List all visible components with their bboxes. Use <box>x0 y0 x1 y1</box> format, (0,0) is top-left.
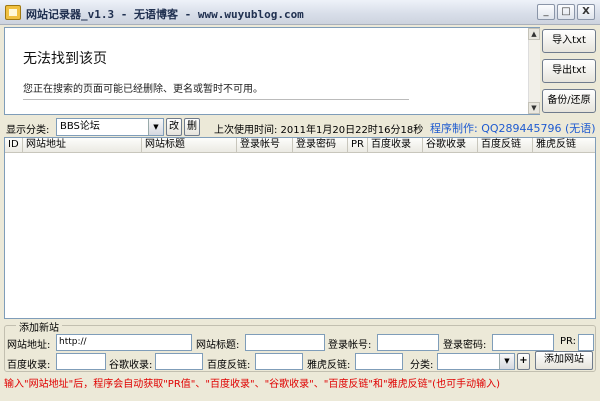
close-button[interactable]: X <box>577 4 595 20</box>
category-filter-label: 显示分类: <box>6 125 50 136</box>
column-header[interactable]: 百度收录 <box>368 138 423 153</box>
divider <box>23 99 409 100</box>
site-title-input[interactable] <box>245 334 325 351</box>
column-header[interactable]: 雅虎反链 <box>533 138 595 153</box>
edit-category-button[interactable]: 改 <box>166 118 182 136</box>
yahoo-backlink-input[interactable] <box>355 353 403 370</box>
column-header[interactable]: 登录帐号 <box>237 138 293 153</box>
column-header[interactable]: PR <box>348 138 368 153</box>
error-message: 您正在搜索的页面可能已经删除、更名或暂时不可用。 <box>23 84 263 95</box>
vertical-scrollbar[interactable]: ▲ ▼ <box>528 28 540 114</box>
table-header: ID 网站地址 网站标题 登录帐号 登录密码 PR 百度收录 谷歌收录 百度反链… <box>5 138 595 153</box>
column-header[interactable]: 谷歌收录 <box>423 138 478 153</box>
baidu-backlink-label: 百度反链: <box>207 360 251 371</box>
site-table[interactable]: ID 网站地址 网站标题 登录帐号 登录密码 PR 百度收录 谷歌收录 百度反链… <box>4 137 596 319</box>
author-info: 程序制作: QQ289445796 (无语) <box>430 122 596 135</box>
password-input[interactable] <box>492 334 554 351</box>
window-title: 网站记录器_v1.3 - 无语博客 - www.wuyublog.com <box>26 8 304 21</box>
maximize-button[interactable]: □ <box>557 4 575 20</box>
scroll-down-icon[interactable]: ▼ <box>528 102 540 114</box>
chevron-down-icon[interactable]: ▼ <box>499 354 514 369</box>
yahoo-backlink-label: 雅虎反链: <box>307 360 351 371</box>
delete-category-button[interactable]: 删 <box>184 118 200 136</box>
title-bar[interactable]: 网站记录器_v1.3 - 无语博客 - www.wuyublog.com _ □… <box>0 0 600 25</box>
category-filter-select[interactable]: BBS论坛 ▼ <box>56 118 164 136</box>
chevron-down-icon[interactable]: ▼ <box>148 119 163 135</box>
minimize-button[interactable]: _ <box>537 4 555 20</box>
account-label: 登录帐号: <box>328 340 372 351</box>
baidu-index-label: 百度收录: <box>7 360 51 371</box>
app-icon <box>5 5 21 20</box>
backup-restore-button[interactable]: 备份/还原 <box>542 89 596 113</box>
column-header[interactable]: 百度反链 <box>478 138 533 153</box>
password-label: 登录密码: <box>443 340 487 351</box>
google-index-label: 谷歌收录: <box>109 360 153 371</box>
baidu-backlink-input[interactable] <box>255 353 303 370</box>
url-label: 网站地址: <box>7 340 51 351</box>
column-header[interactable]: ID <box>5 138 23 153</box>
scroll-up-icon[interactable]: ▲ <box>528 28 540 40</box>
add-category-button[interactable]: + <box>517 353 530 370</box>
column-header[interactable]: 网站地址 <box>23 138 142 153</box>
error-title: 无法找到该页 <box>23 51 107 67</box>
google-index-input[interactable] <box>155 353 203 370</box>
hint-text: 输入"网站地址"后，程序会自动获取"PR值"、"百度收录"、"谷歌收录"、"百度… <box>4 379 500 390</box>
column-header[interactable]: 登录密码 <box>293 138 348 153</box>
url-input[interactable]: http:// <box>56 334 192 351</box>
pr-input[interactable] <box>578 334 594 351</box>
add-site-button[interactable]: 添加网站 <box>535 351 593 370</box>
column-header[interactable]: 网站标题 <box>142 138 237 153</box>
import-txt-button[interactable]: 导入txt <box>542 29 596 53</box>
web-view[interactable]: 无法找到该页 您正在搜索的页面可能已经删除、更名或暂时不可用。 ▲ ▼ <box>4 27 540 115</box>
site-title-label: 网站标题: <box>196 340 240 351</box>
pr-label: PR: <box>560 336 577 347</box>
add-site-group: 添加新站 网站地址: http:// 网站标题: 登录帐号: 登录密码: PR:… <box>4 319 596 372</box>
group-title: 添加新站 <box>16 319 62 334</box>
export-txt-button[interactable]: 导出txt <box>542 59 596 83</box>
category-filter-value: BBS论坛 <box>60 121 100 132</box>
category-label: 分类: <box>410 360 434 371</box>
account-input[interactable] <box>377 334 439 351</box>
last-used-time: 上次使用时间: 2011年1月20日22时16分18秒 <box>214 125 424 136</box>
category-select[interactable]: ▼ <box>437 353 515 370</box>
baidu-index-input[interactable] <box>56 353 106 370</box>
